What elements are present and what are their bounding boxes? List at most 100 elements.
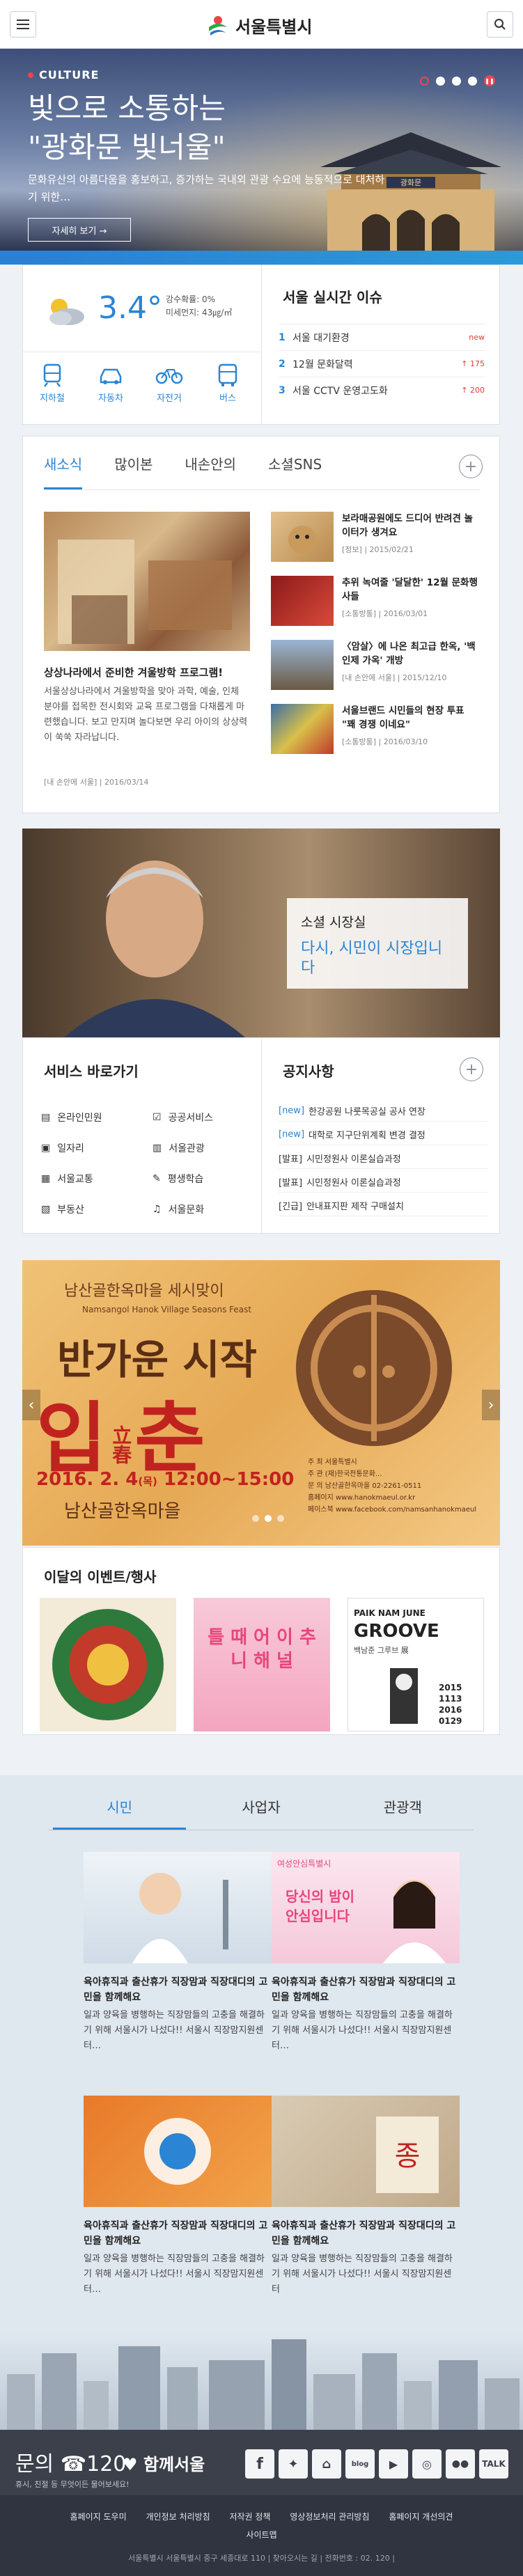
event-poster[interactable]: 틀 때 어 이 추 니 해 널 (194, 1598, 330, 1731)
citizen-card[interactable]: 종 육아휴직과 출산휴가 직장맘과 직장대디의 고민을 함께해요 일과 양육을 … (265, 2096, 467, 2332)
blog-icon[interactable]: blog (345, 2449, 375, 2479)
temperature: 3.4° (98, 290, 162, 326)
slide-dot[interactable] (277, 1515, 284, 1522)
footer-link[interactable]: 사이트맵 (246, 2530, 276, 2540)
mayor-caption: 소셜 시장실 다시, 시민이 시장입니다 (287, 898, 468, 989)
slide-dot[interactable] (452, 76, 461, 86)
building-icon: ▧ (41, 1204, 51, 1215)
issue-item[interactable]: 1 서울 대기환경 new (279, 324, 485, 350)
sns-links: f ✦ ⌂ blog ▶ ◎ ●● TALK (245, 2449, 508, 2479)
banner-place: 남산골한옥마을 (64, 1501, 181, 1522)
together-seoul-logo: ♥ 함께서울 (123, 2455, 205, 2474)
notice-item[interactable]: [발표] 시민정원사 이론실습과정 (279, 1148, 487, 1169)
tab-new-news[interactable]: 새소식 (44, 453, 83, 489)
footer-link[interactable]: 영상정보처리 관리방침 (290, 2512, 369, 2522)
news-list-item[interactable]: 보라매공원에도 드디어 반려견 놀이터가 생겨요 [정보] | 2015/02/… (271, 512, 480, 570)
pause-icon[interactable]: ❚❚ (484, 75, 495, 86)
news-list-item[interactable]: 추위 녹여줄 '달달한' 12월 문화행사들 [소통방통] | 2016/03/… (271, 576, 480, 634)
mayor-portrait (64, 861, 245, 1037)
banner-info: 주 최 서울특별시 주 관 (재)한국전통문화... 문 의 남산골한옥마을 02-… (308, 1459, 477, 1514)
transport-car[interactable]: 자동차 (81, 360, 140, 404)
service-transport[interactable]: ▦ 서울교통 (41, 1170, 146, 1187)
event-poster[interactable]: PAIK NAM JUNE GROOVE 백남준 그루브 展 2015 1113… (348, 1598, 484, 1731)
transport-subway[interactable]: 지하철 (23, 360, 81, 404)
document-icon: ▤ (41, 1112, 51, 1123)
slide-dot[interactable] (252, 1515, 259, 1522)
precipitation: 강수확률: 0% (166, 294, 216, 304)
video-icon[interactable]: ▶ (379, 2449, 408, 2479)
instagram-icon[interactable]: ◎ (412, 2449, 442, 2479)
hamburger-menu-icon[interactable] (10, 11, 36, 38)
chevron-left-icon[interactable]: ‹ (22, 1390, 40, 1420)
map-icon: ▥ (153, 1142, 162, 1154)
service-real-estate[interactable]: ▧ 부동산 (41, 1201, 146, 1218)
audience-tabs: 시민 사업자 관광객 (49, 1796, 474, 1830)
event-poster[interactable] (40, 1598, 176, 1731)
flickr-icon[interactable]: ●● (446, 2449, 475, 2479)
banner-datetime: 2016. 2. 4(목) 12:00~15:00 (36, 1469, 295, 1490)
seoul-emblem-icon (209, 16, 227, 36)
notice-item[interactable]: [긴급] 안내표지판 제작 구매설치 (279, 1195, 487, 1216)
notice-item[interactable]: [발표] 시민정원사 이론실습과정 (279, 1172, 487, 1193)
lead-news-meta: [내 손안에 서울] | 2016/03/14 (44, 778, 149, 787)
notice-item[interactable]: [new] 한강공원 나룻목공실 공사 연장 (279, 1101, 487, 1122)
kakao-icon[interactable]: TALK (479, 2449, 508, 2479)
service-public[interactable]: ☑ 공공서비스 (153, 1109, 257, 1126)
news-list-item[interactable]: 서울브랜드 시민들의 현장 투표 "꽤 경쟁 이네요" [소통방통] | 201… (271, 704, 480, 762)
twitter-icon[interactable]: ✦ (279, 2449, 308, 2479)
citizen-card[interactable]: 육아휴직과 출산휴가 직장맘과 직장대디의 고민을 함께해요 일과 양육을 병행… (77, 1852, 279, 2089)
issue-item[interactable]: 3 서울 CCTV 운영고도화 ↑ 200 (279, 377, 485, 403)
service-culture[interactable]: ♫ 서울문화 (153, 1201, 257, 1218)
call-center[interactable]: 문의 ☎120 휴시, 친절 등 무엇이든 물어보세요! (15, 2447, 130, 2490)
realtime-issues: 서울 실시간 이슈 1 서울 대기환경 new 2 12월 문화달력 ↑ 175 3 서울… (262, 265, 500, 425)
tab-in-my-hand[interactable]: 내손안의 (185, 453, 236, 481)
hero-more-button[interactable]: 자세히 보기 → (28, 218, 131, 242)
social-mayor-banner[interactable]: 소셜 시장실 다시, 시민이 시장입니다 (22, 828, 500, 1037)
issue-item[interactable]: 2 12월 문화달력 ↑ 175 (279, 350, 485, 377)
facebook-icon[interactable]: f (245, 2449, 274, 2479)
lead-news-image[interactable] (44, 512, 250, 651)
notice-item[interactable]: [new] 대학로 지구단위계획 변경 결정 (279, 1124, 487, 1145)
service-learning[interactable]: ✎ 평생학습 (153, 1170, 257, 1187)
slide-dot-active[interactable] (265, 1515, 272, 1522)
footer-link[interactable]: 홈페이지 도우미 (70, 2512, 127, 2522)
slide-dot-active[interactable] (420, 76, 429, 86)
events-title: 이달의 이벤트/행사 (44, 1569, 157, 1585)
home-icon[interactable]: ⌂ (312, 2449, 341, 2479)
transport-bus[interactable]: 버스 (198, 360, 257, 404)
tab-citizen[interactable]: 시민 (49, 1796, 190, 1830)
hero-subtitle: 문화유산의 아름다움을 홍보하고, 증가하는 국내외 관광 수요에 능동적으로 … (28, 173, 385, 203)
news-list-item[interactable]: 〈암살〉에 나온 최고급 한옥, '백인제 가옥' 개방 [내 손안에 서울] … (271, 640, 480, 698)
services-title: 서비스 바로가기 (44, 1063, 139, 1080)
news-panel: 새소식 많이본 내손안의 소셜SNS + 상상나라에서 준비한 겨울방학 프로그… (22, 436, 500, 813)
footer-links: 홈페이지 도우미 개인정보 처리방침 저작권 정책 영상정보처리 관리방침 홈페… (14, 2508, 509, 2544)
site-header: 서울특별시 (0, 0, 523, 49)
lead-news-title[interactable]: 상상나라에서 준비한 겨울방학 프로그램! (44, 665, 250, 680)
tab-business[interactable]: 사업자 (190, 1796, 331, 1830)
service-tourism[interactable]: ▥ 서울관광 (153, 1140, 257, 1156)
seoul-logo[interactable]: 서울특별시 (206, 13, 312, 38)
search-icon[interactable] (487, 11, 513, 38)
news-more-plus-icon[interactable]: + (459, 455, 483, 478)
tab-social-sns[interactable]: 소셜SNS (268, 453, 322, 481)
issues-title: 서울 실시간 이슈 (283, 289, 382, 306)
hero-slider[interactable]: 광화문 CULTURE 빛으로 소통하는 "광화문 빛너울" 문화유산의 아름다… (0, 49, 523, 251)
footer-link[interactable]: 저작권 정책 (229, 2512, 270, 2522)
footer-link[interactable]: 홈페이지 개선의견 (389, 2512, 453, 2522)
citizen-card[interactable]: 여성안심특별시 당신의 밤이 안심입니다 육아휴직과 출산휴가 직장맘과 직장대… (265, 1852, 467, 2089)
notice-more-plus-icon[interactable]: + (460, 1058, 483, 1081)
red-dot-icon (28, 72, 33, 78)
citizen-card[interactable]: 육아휴직과 출산휴가 직장맘과 직장대디의 고민을 함께해요 일과 양육을 병행… (77, 2096, 279, 2332)
transport-bicycle[interactable]: 자전거 (140, 360, 198, 404)
service-online-petition[interactable]: ▤ 온라인민원 (41, 1109, 146, 1126)
footer-link[interactable]: 개인정보 처리방침 (146, 2512, 210, 2522)
cloudy-sun-icon (49, 299, 84, 325)
tab-most-viewed[interactable]: 많이본 (114, 453, 153, 481)
notice-title: 공지사항 (283, 1063, 334, 1080)
tab-tourist[interactable]: 관광객 (332, 1796, 474, 1830)
slide-dot[interactable] (468, 76, 477, 86)
slide-dot[interactable] (436, 76, 445, 86)
service-jobs[interactable]: ▣ 일자리 (41, 1140, 146, 1156)
event-banner-slider[interactable]: 남산골한옥마을 세시맞이 Namsangol Hanok Village Sea… (22, 1260, 500, 1546)
chevron-right-icon[interactable]: › (482, 1390, 500, 1420)
